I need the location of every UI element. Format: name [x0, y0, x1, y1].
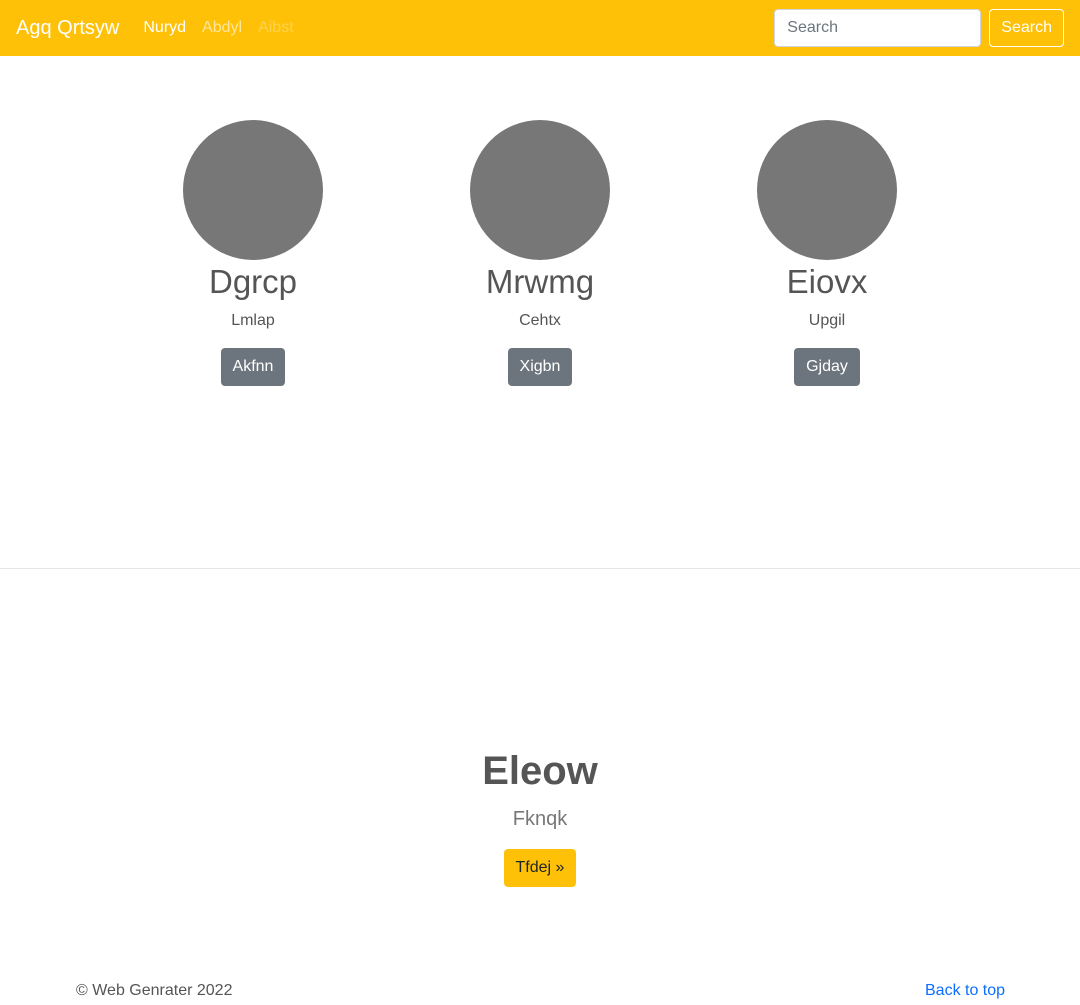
profile-card: Dgrcp Lmlap Akfnn [133, 120, 373, 386]
hero-section: Eleow Fknqk Tfdej » [0, 745, 1080, 887]
card-subtitle: Cehtx [519, 312, 561, 329]
search-button[interactable]: Search [989, 9, 1064, 47]
avatar-placeholder [470, 120, 610, 260]
nav-link-nuryd[interactable]: Nuryd [143, 19, 186, 37]
card-subtitle: Lmlap [231, 312, 275, 329]
hero-subtitle: Fknqk [512, 808, 568, 830]
card-button[interactable]: Akfnn [220, 348, 286, 386]
hero-title: Eleow [482, 749, 598, 793]
search-form: Search [774, 9, 1064, 47]
card-name: Mrwmg [485, 263, 595, 300]
brand-logo[interactable]: Agq Qrtsyw [16, 17, 119, 40]
card-button[interactable]: Xigbn [507, 348, 573, 386]
hero-button[interactable]: Tfdej » [503, 849, 577, 887]
profile-card: Eiovx Upgil Gjday [707, 120, 947, 386]
card-subtitle: Upgil [808, 312, 846, 329]
avatar-placeholder [183, 120, 323, 260]
card-name: Dgrcp [208, 263, 298, 300]
avatar-placeholder [757, 120, 897, 260]
search-input[interactable] [774, 9, 982, 47]
card-button[interactable]: Gjday [794, 348, 860, 386]
nav-link-abdyl[interactable]: Abdyl [202, 19, 242, 37]
navbar: Agq Qrtsyw Nuryd Abdyl Aibst Search [0, 0, 1080, 56]
profile-card: Mrwmg Cehtx Xigbn [420, 120, 660, 386]
copyright-text: © Web Genrater 2022 [76, 982, 233, 999]
back-to-top-link[interactable]: Back to top [925, 982, 1005, 1000]
section-divider [0, 568, 1080, 569]
nav-link-aibst: Aibst [258, 19, 294, 36]
card-name: Eiovx [786, 263, 868, 300]
